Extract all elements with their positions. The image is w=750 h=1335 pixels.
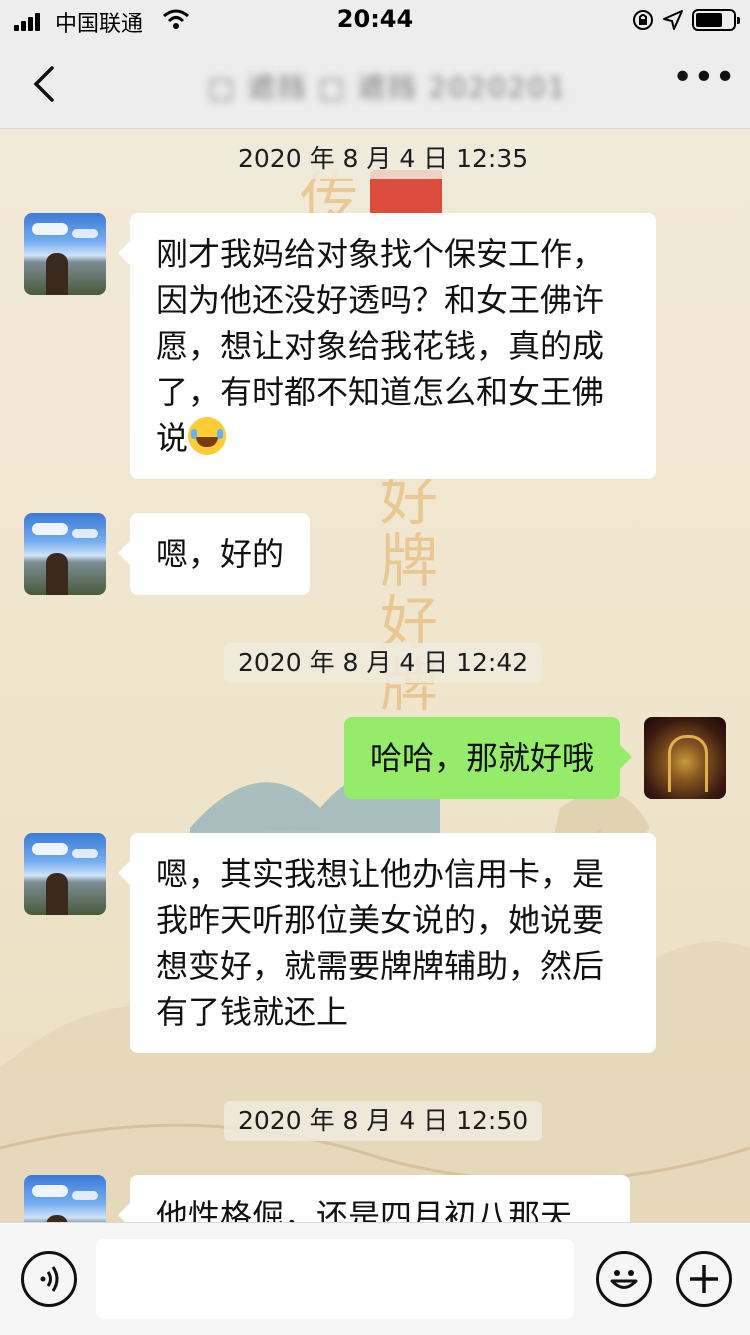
timestamp: 2020 年 8 月 4 日 12:42 xyxy=(224,643,543,683)
more-options-button[interactable]: ••• xyxy=(672,60,736,102)
input-bar xyxy=(0,1222,750,1335)
plus-icon xyxy=(690,1265,718,1293)
message-input[interactable] xyxy=(96,1239,574,1319)
message-bubble-incoming[interactable]: 嗯，好的 xyxy=(117,513,311,595)
message-text: 嗯，其实我想让他办信用卡，是我昨天听那位美女说的，她说要想变好，就需要牌牌辅助，… xyxy=(156,855,605,1031)
joy-tears-emoji-icon xyxy=(188,417,227,455)
message-bubble-outgoing[interactable]: 哈哈，那就好哦 xyxy=(343,717,633,799)
chat-title-blurred: □ 遮挡 □ 遮挡 2020201 xyxy=(208,71,568,104)
chat-header: □ 遮挡 □ 遮挡 2020201 ••• xyxy=(0,40,750,129)
voice-icon xyxy=(40,1266,59,1292)
message-text: 刚才我妈给对象找个保安工作，因为他还没好透吗？和女王佛许愿，想让对象给我花钱，真… xyxy=(156,235,605,457)
message-bubble-incoming[interactable]: 嗯，其实我想让他办信用卡，是我昨天听那位美女说的，她说要想变好，就需要牌牌辅助，… xyxy=(118,833,656,1053)
rotation-lock-icon xyxy=(633,10,653,30)
avatar-self[interactable] xyxy=(644,717,726,799)
avatar[interactable] xyxy=(24,513,106,595)
timestamp: 2020 年 8 月 4 日 12:50 xyxy=(224,1101,543,1141)
message-text: 嗯，好的 xyxy=(156,535,285,573)
voice-input-button[interactable] xyxy=(21,1251,77,1307)
message-bubble-incoming[interactable]: 刚才我妈给对象找个保安工作，因为他还没好透吗？和女王佛许愿，想让对象给我花钱，真… xyxy=(118,213,656,479)
more-functions-button[interactable] xyxy=(676,1251,732,1307)
emoji-button[interactable] xyxy=(596,1251,652,1307)
battery-icon xyxy=(692,9,740,31)
timestamp: 2020 年 8 月 4 日 12:35 xyxy=(224,139,543,179)
status-bar: 中国联通 20:44 xyxy=(0,0,750,40)
location-arrow-icon xyxy=(663,10,683,30)
back-chevron-icon[interactable] xyxy=(26,62,66,106)
message-text: 哈哈，那就好哦 xyxy=(369,739,594,777)
avatar[interactable] xyxy=(24,213,106,295)
avatar[interactable] xyxy=(24,833,106,915)
emoji-icon xyxy=(610,1270,638,1289)
